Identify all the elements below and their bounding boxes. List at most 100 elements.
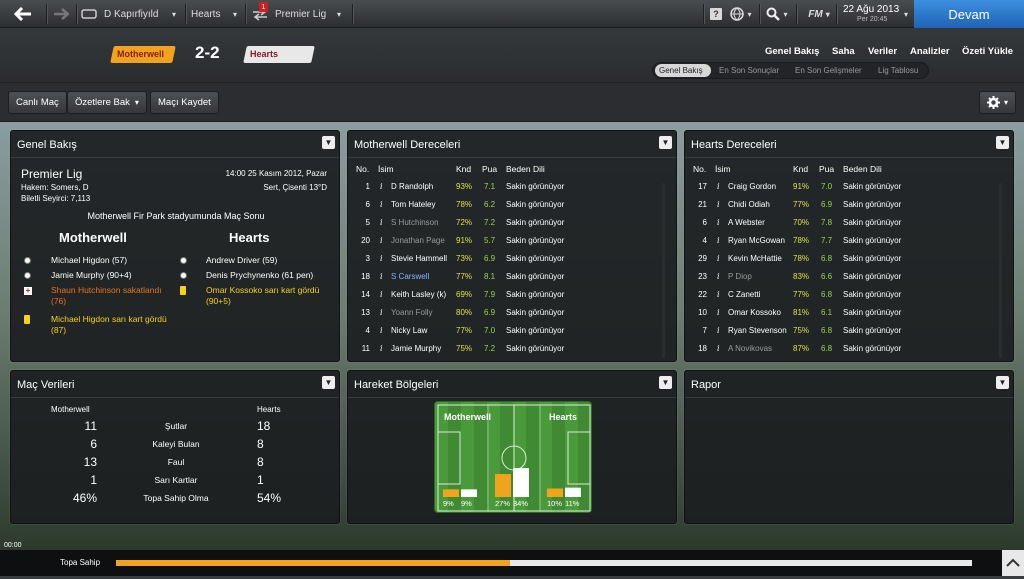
save-match-button[interactable]: Maçı Kaydet	[150, 91, 219, 114]
ball-icon	[180, 257, 187, 264]
home-icon-button[interactable]	[78, 0, 100, 28]
chevron-down-icon[interactable]: ▼	[996, 136, 1009, 149]
info-icon[interactable]: i	[717, 236, 720, 245]
info-icon[interactable]: i	[380, 344, 383, 353]
player-name[interactable]: D Randolph	[391, 182, 433, 191]
info-icon[interactable]: i	[380, 272, 383, 281]
nav-overview[interactable]: Genel Bakış	[765, 46, 819, 57]
player-name[interactable]: Yoann Folly	[391, 308, 433, 317]
info-icon[interactable]: i	[717, 326, 720, 335]
player-name[interactable]: Jonathan Page	[391, 236, 445, 245]
chevron-down-icon[interactable]: ▾	[335, 0, 343, 28]
settings-button[interactable]: ▾	[979, 91, 1016, 114]
player-name[interactable]: S Carswell	[391, 272, 429, 281]
body-language: Sakin görünüyor	[843, 254, 902, 263]
nav-pitch[interactable]: Saha	[832, 46, 855, 57]
info-icon[interactable]: i	[717, 272, 720, 281]
info-icon[interactable]: i	[717, 308, 720, 317]
help-button[interactable]: ?	[709, 0, 723, 28]
info-icon[interactable]: i	[380, 236, 383, 245]
condition-value: 78%	[793, 236, 810, 245]
info-icon[interactable]: i	[380, 308, 383, 317]
player-name[interactable]: A Webster	[728, 218, 765, 227]
forward-button[interactable]	[47, 0, 75, 28]
nav-data[interactable]: Veriler	[868, 46, 897, 57]
column-header[interactable]: Knd	[456, 164, 471, 174]
tab-overview[interactable]: Genel Bakış	[659, 66, 703, 75]
back-button[interactable]	[0, 0, 46, 28]
match-stats-panel: Maç Verileri ▼ Motherwell Hearts 11 Şutla…	[10, 370, 340, 524]
nav-upload-highlights[interactable]: Özeti Yükle	[962, 46, 1013, 57]
live-match-button[interactable]: Canlı Maç	[8, 91, 67, 114]
expand-icon[interactable]	[1004, 556, 1022, 570]
chevron-down-icon[interactable]: ▾	[902, 0, 910, 28]
player-name[interactable]: Omar Kossoko	[728, 308, 781, 317]
chevron-down-icon[interactable]: ▼	[996, 376, 1009, 389]
column-header[interactable]: Knd	[793, 164, 808, 174]
chevron-down-icon[interactable]: ▼	[659, 136, 672, 149]
player-name[interactable]: Ryan Stevenson	[728, 326, 787, 335]
column-header[interactable]: Pua	[819, 164, 834, 174]
team-menu[interactable]: D Kapırfiyıld	[104, 0, 164, 28]
player-number: 29	[698, 254, 707, 263]
home-team-name[interactable]: Motherwell	[117, 49, 164, 59]
away-team-name[interactable]: Hearts	[250, 49, 278, 59]
info-icon[interactable]: i	[380, 218, 383, 227]
fm-menu[interactable]: FM ▾	[805, 0, 833, 28]
scrollbar[interactable]	[999, 183, 1002, 358]
condition-value: 78%	[456, 200, 473, 209]
player-name[interactable]: Jamie Murphy	[391, 344, 441, 353]
nav-analysis[interactable]: Analizler	[910, 46, 950, 57]
continue-button[interactable]: Devam	[914, 0, 1024, 28]
info-icon[interactable]: i	[380, 182, 383, 191]
info-icon[interactable]: i	[717, 254, 720, 263]
competition-menu[interactable]: Premier Lig	[275, 0, 335, 28]
column-header[interactable]: İsim	[715, 164, 731, 174]
info-icon[interactable]: i	[717, 290, 720, 299]
info-icon[interactable]: i	[717, 200, 720, 209]
world-button[interactable]: ▾	[730, 0, 752, 28]
info-icon[interactable]: i	[380, 326, 383, 335]
player-name[interactable]: Kevin McHattie	[728, 254, 782, 263]
info-icon[interactable]: i	[717, 218, 720, 227]
scrollbar[interactable]	[662, 183, 665, 358]
player-name[interactable]: S Hutchinson	[391, 218, 439, 227]
chevron-down-icon[interactable]: ▼	[322, 376, 335, 389]
chevron-down-icon[interactable]: ▾	[170, 0, 178, 28]
club-menu[interactable]: Hearts	[191, 0, 231, 28]
column-header[interactable]: Beden Dili	[506, 164, 545, 174]
column-header[interactable]: No.	[356, 164, 369, 174]
player-name[interactable]: Keith Lasley (k)	[391, 290, 446, 299]
chevron-down-icon[interactable]: ▼	[659, 376, 672, 389]
player-name[interactable]: Tom Hateley	[391, 200, 435, 209]
tab-league-table[interactable]: Lig Tablosu	[878, 66, 918, 75]
player-name[interactable]: P Diop	[728, 272, 752, 281]
column-header[interactable]: No.	[693, 164, 706, 174]
chevron-down-icon[interactable]: ▾	[231, 0, 239, 28]
rating-value: 7.0	[484, 326, 496, 335]
info-icon[interactable]: i	[717, 344, 720, 353]
chevron-down-icon[interactable]: ▼	[322, 136, 335, 149]
player-name[interactable]: A Novikovas	[728, 344, 772, 353]
column-header[interactable]: Beden Dili	[843, 164, 882, 174]
player-name[interactable]: Ryan McGowan	[728, 236, 785, 245]
tab-latest-news[interactable]: En Son Gelişmeler	[795, 66, 862, 75]
watch-highlights-button[interactable]: Özetlere Bak ▾	[67, 91, 147, 114]
info-icon[interactable]: i	[380, 290, 383, 299]
info-icon[interactable]: i	[717, 182, 720, 191]
column-header[interactable]: Pua	[482, 164, 497, 174]
player-number: 11	[361, 344, 370, 353]
rating-value: 6.6	[821, 272, 833, 281]
player-name[interactable]: Craig Gordon	[728, 182, 776, 191]
player-name[interactable]: Stevie Hammell	[391, 254, 447, 263]
player-name[interactable]: Nicky Law	[391, 326, 427, 335]
search-button[interactable]: ▾	[766, 0, 788, 28]
condition-value: 91%	[456, 236, 473, 245]
info-icon[interactable]: i	[380, 254, 383, 263]
away-ratings-panel: Hearts Dereceleri ▼ No. İsim Knd Pua Beden D…	[684, 130, 1014, 362]
tab-latest-results[interactable]: En Son Sonuçlar	[719, 66, 779, 75]
column-header[interactable]: İsim	[378, 164, 394, 174]
player-name[interactable]: C Zanetti	[728, 290, 760, 299]
info-icon[interactable]: i	[380, 200, 383, 209]
player-name[interactable]: Chidi Odiah	[728, 200, 770, 209]
